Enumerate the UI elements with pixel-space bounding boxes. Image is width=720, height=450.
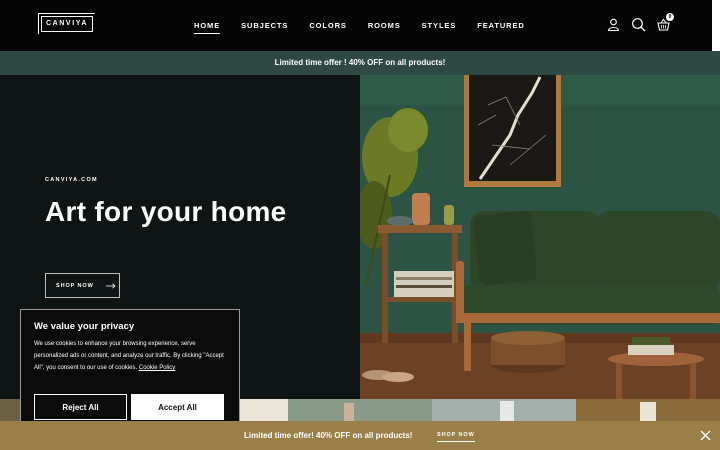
logo[interactable]: CANVIYA bbox=[38, 13, 95, 34]
cookie-policy-link[interactable]: Cookie Policy bbox=[139, 365, 175, 371]
main-nav: HOME SUBJECTS COLORS ROOMS STYLES FEATUR… bbox=[194, 21, 525, 34]
navbar: CANVIYA HOME SUBJECTS COLORS ROOMS STYLE… bbox=[0, 0, 712, 51]
nav-subjects[interactable]: SUBJECTS bbox=[241, 21, 288, 34]
hero-title: Art for your home bbox=[45, 196, 287, 227]
cookie-consent-dialog: We value your privacy We use cookies to … bbox=[20, 309, 240, 430]
hero-brand: CANVIYA.COM bbox=[45, 177, 98, 183]
search-icon[interactable] bbox=[631, 17, 646, 32]
nav-home[interactable]: HOME bbox=[194, 21, 221, 34]
user-icon[interactable] bbox=[606, 17, 621, 32]
cookie-title: We value your privacy bbox=[34, 321, 135, 332]
nav-styles[interactable]: STYLES bbox=[422, 21, 457, 34]
cookie-text: We use cookies to enhance your browsing … bbox=[34, 338, 229, 374]
accept-all-button[interactable]: Accept All bbox=[131, 394, 224, 420]
cart-icon[interactable]: 0 bbox=[656, 13, 674, 32]
cookie-body: We use cookies to enhance your browsing … bbox=[34, 341, 224, 371]
scrollbar[interactable] bbox=[712, 0, 720, 51]
close-icon[interactable] bbox=[700, 430, 711, 441]
promo-bar-bottom: Limited time offer! 40% OFF on all produ… bbox=[0, 421, 720, 450]
nav-colors[interactable]: COLORS bbox=[309, 21, 346, 34]
shop-now-label: SHOP NOW bbox=[56, 282, 94, 289]
hero-image bbox=[360, 75, 720, 399]
shop-now-button[interactable]: SHOP NOW bbox=[45, 273, 120, 298]
header-icons: 0 bbox=[606, 13, 674, 32]
reject-all-button[interactable]: Reject All bbox=[34, 394, 127, 420]
promo-shop-now-link[interactable]: SHOP NOW bbox=[437, 432, 475, 442]
cart-count-badge: 0 bbox=[666, 13, 674, 21]
promo-bottom-text: Limited time offer! 40% OFF on all produ… bbox=[244, 431, 413, 440]
nav-rooms[interactable]: ROOMS bbox=[368, 21, 401, 34]
promo-bar-top: Limited time offer ! 40% OFF on all prod… bbox=[0, 51, 720, 75]
nav-featured[interactable]: FEATURED bbox=[477, 21, 524, 34]
arrow-right-icon bbox=[105, 282, 116, 289]
